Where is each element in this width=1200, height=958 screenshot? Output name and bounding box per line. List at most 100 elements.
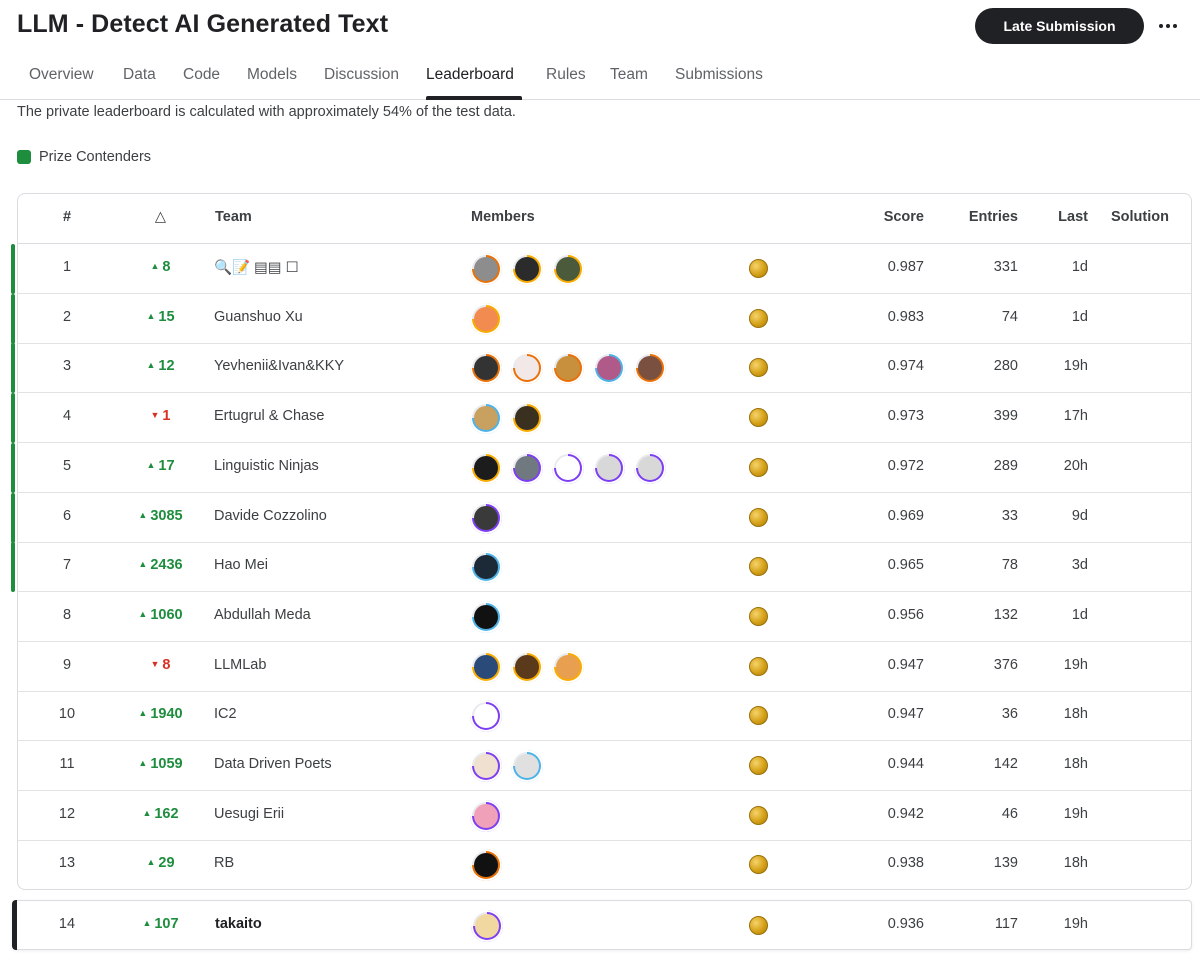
member-avatar[interactable]	[470, 750, 502, 782]
table-row[interactable]: 12 ▲ 162 Uesugi Erii 0.942 46 19h	[18, 791, 1191, 841]
member-avatar[interactable]	[511, 253, 543, 285]
team-name[interactable]: Data Driven Poets	[214, 756, 332, 772]
table-row[interactable]: 10 ▲ 1940 IC2 0.947 36 18h	[18, 691, 1191, 742]
member-avatars	[470, 501, 502, 534]
member-avatar[interactable]	[470, 600, 502, 633]
header-last[interactable]: Last	[1028, 209, 1088, 225]
team-name[interactable]: Yevhenii&Ivan&KKY	[214, 358, 344, 374]
member-avatar[interactable]	[470, 799, 502, 832]
table-row[interactable]: 5 ▲ 17 Linguistic Ninjas 0.972 289 20h	[11, 442, 1191, 493]
member-avatar[interactable]	[552, 253, 584, 285]
member-avatar[interactable]	[511, 352, 543, 385]
rank-up-icon: ▲	[138, 509, 148, 520]
team-name[interactable]: RB	[214, 855, 234, 871]
team-name[interactable]: Guanshuo Xu	[214, 309, 303, 325]
tab-team[interactable]: Team	[610, 66, 648, 84]
table-row[interactable]: 1 ▲ 8 🔍📝 ▤▤ ☐ 0.987 331 1d	[11, 244, 1191, 294]
team-name[interactable]: takaito	[215, 916, 262, 932]
member-avatar[interactable]	[511, 451, 543, 484]
last-cell: 19h	[1063, 656, 1088, 673]
more-options-icon[interactable]	[1152, 10, 1184, 42]
entries-cell: 78	[1001, 557, 1018, 574]
delta-value: 1	[162, 408, 171, 425]
team-name[interactable]: Linguistic Ninjas	[214, 458, 319, 474]
delta-value: 15	[158, 308, 175, 325]
tab-data[interactable]: Data	[123, 66, 156, 84]
table-row[interactable]: 2 ▲ 15 Guanshuo Xu 0.983 74 1d	[11, 293, 1191, 344]
rank-up-icon: ▲	[146, 360, 156, 371]
tab-rules[interactable]: Rules	[546, 66, 586, 84]
last-cell: 17h	[1063, 408, 1088, 425]
prize-contender-marker	[11, 244, 15, 294]
member-avatar[interactable]	[471, 910, 503, 942]
member-avatar[interactable]	[593, 451, 625, 484]
member-avatars	[470, 600, 502, 633]
team-name[interactable]: LLMLab	[214, 657, 266, 673]
member-avatar[interactable]	[593, 352, 625, 385]
member-avatar[interactable]	[470, 352, 502, 385]
delta-value: 1060	[150, 606, 183, 623]
team-name[interactable]: Uesugi Erii	[214, 806, 284, 822]
team-name[interactable]: IC2	[214, 706, 237, 722]
member-avatar[interactable]	[470, 402, 502, 435]
rank-up-icon: ▲	[138, 708, 148, 719]
member-avatars	[470, 799, 502, 832]
prize-contender-marker	[11, 293, 15, 344]
delta-value: 29	[158, 855, 175, 872]
team-name[interactable]: Davide Cozzolino	[214, 508, 327, 524]
score-cell: 0.936	[887, 916, 924, 932]
table-row[interactable]: 11 ▲ 1059 Data Driven Poets 0.944 142 18h	[18, 741, 1191, 791]
header-solution: Solution	[1111, 209, 1169, 225]
current-user-row[interactable]: 14 ▲ 107 takaito 0.936 117 19h	[12, 900, 1192, 950]
member-avatar[interactable]	[511, 402, 543, 435]
member-avatar[interactable]	[470, 253, 502, 285]
late-submission-button[interactable]: Late Submission	[975, 8, 1144, 44]
score-cell: 0.947	[887, 656, 924, 673]
table-row[interactable]: 3 ▲ 12 Yevhenii&Ivan&KKY 0.974 280 19h	[11, 343, 1191, 394]
member-avatar[interactable]	[634, 352, 666, 385]
table-row[interactable]: 6 ▲ 3085 Davide Cozzolino 0.969 33 9d	[11, 492, 1191, 543]
table-row[interactable]: 7 ▲ 2436 Hao Mei 0.965 78 3d	[11, 542, 1191, 593]
member-avatar[interactable]	[634, 451, 666, 484]
tab-discussion[interactable]: Discussion	[324, 66, 399, 84]
member-avatar[interactable]	[470, 451, 502, 484]
rank-up-icon: ▲	[146, 310, 156, 321]
tab-models[interactable]: Models	[247, 66, 297, 84]
member-avatar[interactable]	[470, 551, 502, 584]
team-name[interactable]: Hao Mei	[214, 557, 268, 573]
table-row[interactable]: 13 ▲ 29 RB 0.938 139 18h	[18, 840, 1191, 890]
team-name[interactable]: 🔍📝 ▤▤ ☐	[214, 259, 299, 276]
member-avatar[interactable]	[470, 650, 502, 683]
member-avatar[interactable]	[511, 650, 543, 683]
team-name[interactable]: Abdullah Meda	[214, 607, 311, 623]
member-avatar[interactable]	[552, 650, 584, 683]
member-avatar[interactable]	[552, 451, 584, 484]
header-score[interactable]: Score	[858, 209, 924, 225]
team-name[interactable]: Ertugrul & Chase	[214, 408, 324, 424]
gold-medal-icon	[749, 557, 768, 577]
table-row[interactable]: 9 ▼ 8 LLMLab 0.947 376 19h	[18, 642, 1191, 692]
gold-medal-icon	[749, 706, 768, 726]
last-cell: 19h	[1063, 916, 1088, 932]
table-row[interactable]: 4 ▼ 1 Ertugrul & Chase 0.973 399 17h	[11, 393, 1191, 444]
tab-overview[interactable]: Overview	[29, 66, 94, 84]
delta-cell: ▲ 3085	[123, 508, 198, 524]
tab-code[interactable]: Code	[183, 66, 220, 84]
header-delta[interactable]: △	[123, 209, 198, 225]
member-avatar[interactable]	[470, 849, 502, 882]
member-avatar[interactable]	[470, 700, 502, 733]
delta-value: 3085	[150, 507, 183, 524]
member-avatar[interactable]	[552, 352, 584, 385]
tab-submissions[interactable]: Submissions	[675, 66, 763, 84]
rank-down-icon: ▼	[150, 658, 160, 669]
tab-leaderboard[interactable]: Leaderboard	[426, 66, 514, 84]
member-avatar[interactable]	[511, 750, 543, 782]
header-team[interactable]: Team	[215, 209, 252, 225]
member-avatar[interactable]	[470, 501, 502, 534]
delta-cell: ▲ 12	[123, 358, 198, 374]
header-entries[interactable]: Entries	[948, 209, 1018, 225]
member-avatar[interactable]	[470, 302, 502, 335]
table-row[interactable]: 8 ▲ 1060 Abdullah Meda 0.956 132 1d	[18, 592, 1191, 642]
header-rank[interactable]: #	[18, 209, 116, 225]
delta-cell: ▲ 29	[123, 855, 198, 871]
